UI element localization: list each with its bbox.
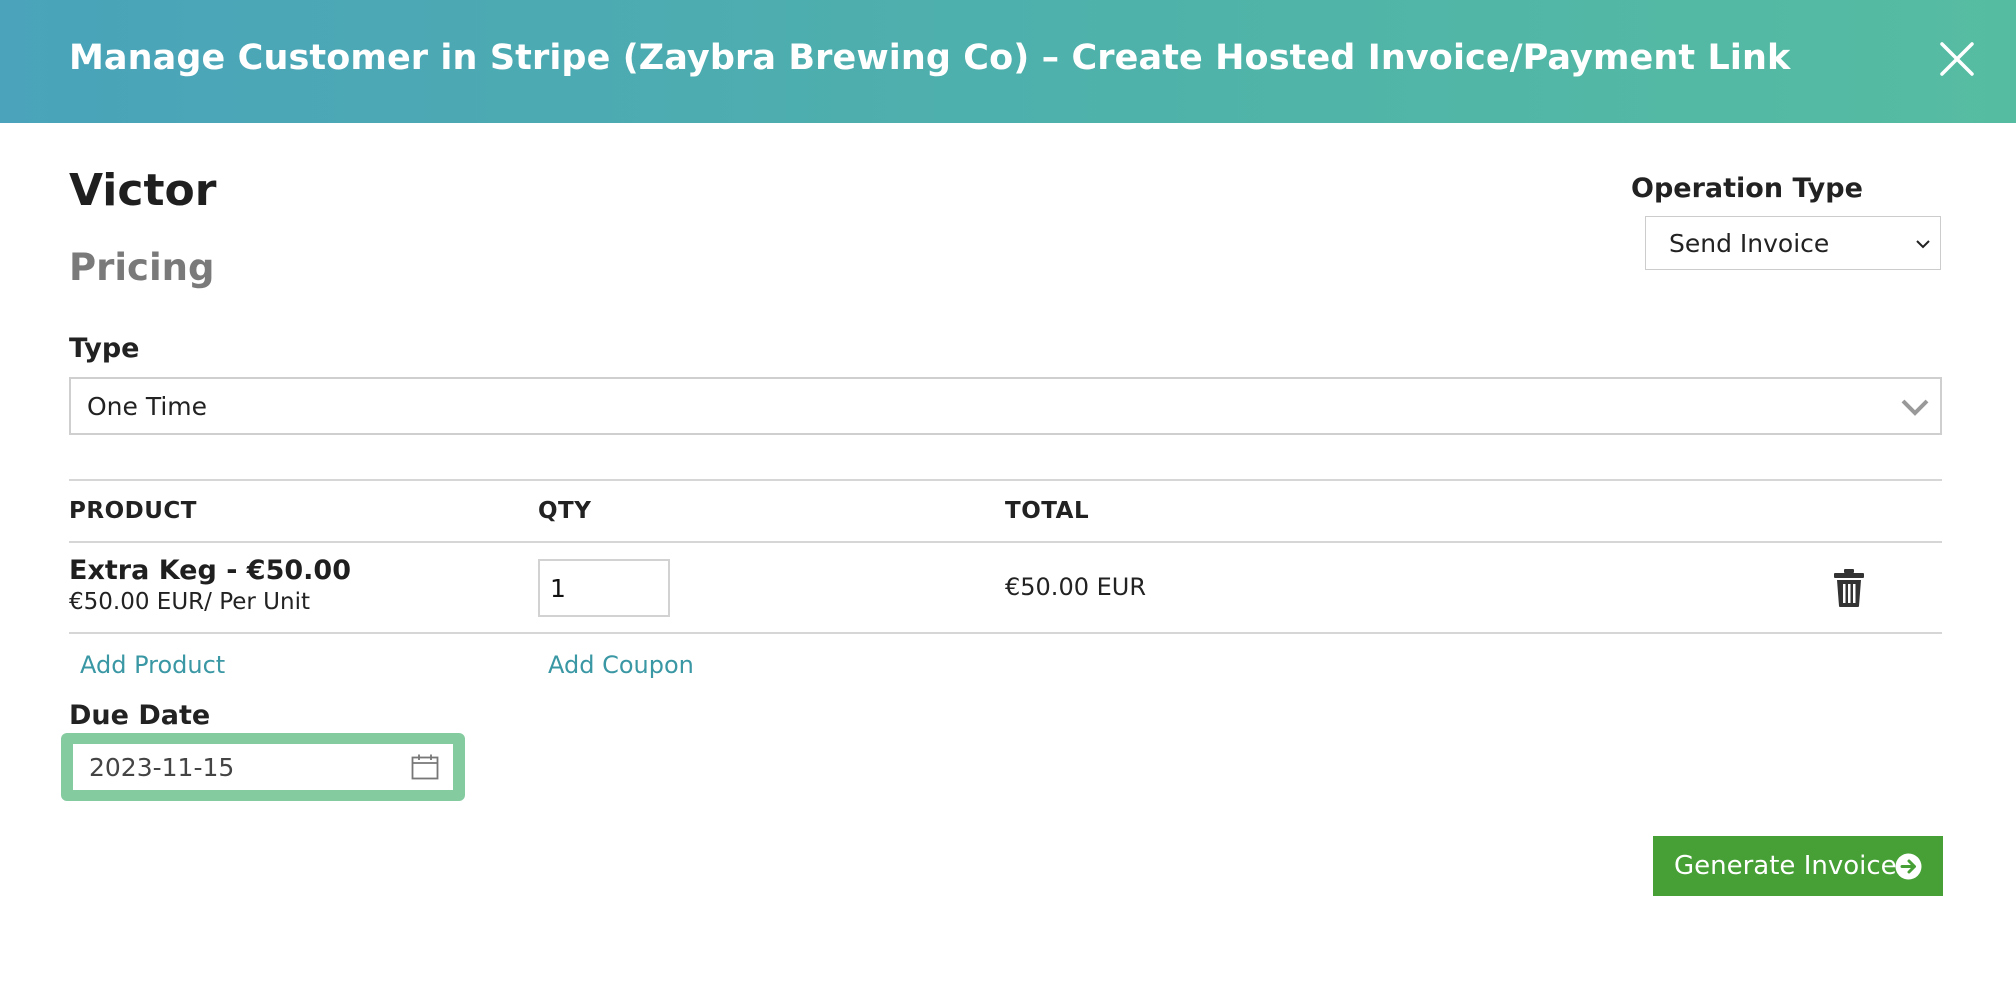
due-date-label: Due Date [69, 700, 211, 731]
arrow-circle-right-icon [1895, 853, 1922, 880]
operation-type-label: Operation Type [1631, 173, 1863, 204]
chevron-down-icon [1916, 240, 1930, 249]
due-date-input[interactable]: 2023-11-15 [73, 744, 453, 790]
table-header-divider [69, 541, 1942, 543]
type-label: Type [69, 333, 140, 364]
type-select-value: One Time [87, 392, 208, 421]
generate-invoice-button[interactable]: Generate Invoice [1653, 836, 1943, 896]
type-select[interactable]: One Time [69, 377, 1942, 435]
customer-name: Victor [69, 165, 217, 216]
delete-item-button[interactable] [1832, 568, 1866, 608]
operation-type-value: Send Invoice [1669, 229, 1830, 258]
trash-icon [1834, 569, 1864, 607]
add-coupon-link[interactable]: Add Coupon [548, 651, 694, 679]
modal-title: Manage Customer in Stripe (Zaybra Brewin… [69, 38, 1791, 78]
product-name: Extra Keg - €50.00 [69, 555, 351, 586]
due-date-value: 2023-11-15 [89, 753, 235, 782]
close-button[interactable] [1938, 40, 1976, 78]
column-header-total: TOTAL [1005, 498, 1090, 524]
column-header-qty: QTY [538, 498, 592, 524]
row-total: €50.00 EUR [1005, 573, 1147, 601]
due-date-highlight: 2023-11-15 [61, 733, 465, 801]
chevron-down-icon [1901, 399, 1929, 416]
table-top-divider [69, 479, 1942, 481]
add-product-link[interactable]: Add Product [80, 651, 225, 679]
pricing-heading: Pricing [69, 246, 215, 289]
column-header-product: PRODUCT [69, 498, 197, 524]
operation-type-select[interactable]: Send Invoice [1645, 216, 1941, 270]
quantity-input[interactable] [538, 559, 670, 617]
table-bottom-divider [69, 632, 1942, 634]
product-unit-price: €50.00 EUR/ Per Unit [69, 589, 310, 615]
calendar-icon[interactable] [411, 754, 439, 780]
close-icon [1940, 42, 1974, 76]
modal-header: Manage Customer in Stripe (Zaybra Brewin… [0, 0, 2016, 123]
generate-invoice-label: Generate Invoice [1674, 851, 1897, 881]
